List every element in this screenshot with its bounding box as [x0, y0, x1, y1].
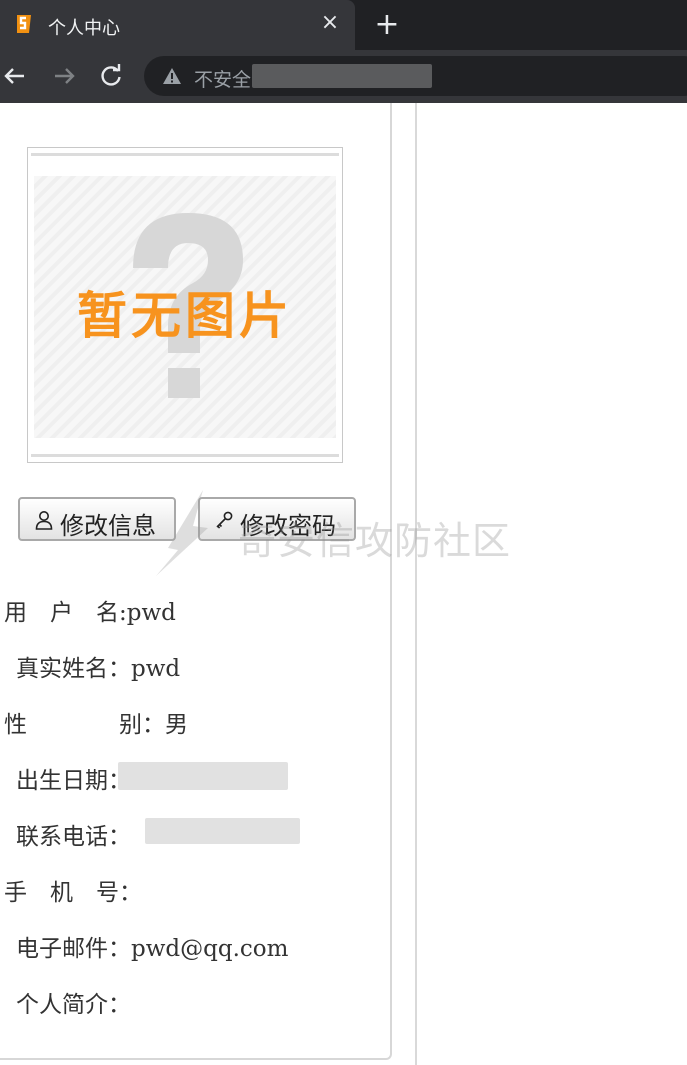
redacted-phone	[145, 818, 300, 844]
field-value: 男	[165, 712, 188, 738]
field-gender: 性 别：男	[4, 705, 188, 739]
watermark-logo	[156, 490, 208, 576]
field-label: 性 别：	[4, 712, 165, 738]
field-label: 用 户 名:	[4, 600, 127, 626]
field-email: 电子邮件：pwd@qq.com	[16, 929, 288, 963]
page-content: 暂无图片 修改信息 修改密码 奇安信攻防社区 用 户 名:pwd 真实姓名：pw…	[0, 103, 687, 1065]
field-birthdate: 出生日期：	[16, 761, 131, 795]
field-label: 联系电话：	[16, 824, 131, 850]
field-value: pwd	[131, 656, 181, 682]
browser-tab[interactable]: 个人中心 ×	[0, 0, 355, 50]
forward-arrow-icon[interactable]	[49, 61, 79, 91]
field-username: 用 户 名:pwd	[4, 593, 176, 627]
reload-icon[interactable]	[96, 61, 126, 91]
field-label: 个人简介：	[16, 992, 131, 1018]
field-value: pwd@qq.com	[131, 936, 289, 962]
edit-info-label: 修改信息	[60, 512, 156, 540]
field-mobile: 手 机 号：	[4, 873, 142, 907]
field-label: 真实姓名：	[16, 656, 131, 682]
tab-favicon	[17, 15, 31, 33]
plus-icon[interactable]: +	[372, 10, 402, 41]
no-image-graphic: 暂无图片	[28, 148, 342, 462]
back-arrow-icon[interactable]	[0, 61, 30, 91]
redacted-url	[252, 64, 432, 88]
divider	[415, 103, 417, 1065]
avatar-placeholder: 暂无图片	[27, 147, 343, 463]
field-bio: 个人简介：	[16, 985, 131, 1019]
field-phone: 联系电话：	[16, 817, 131, 851]
watermark: 奇安信攻防社区	[148, 488, 548, 578]
security-indicator: 不安全	[194, 69, 252, 91]
warning-icon	[163, 68, 181, 84]
field-label: 手 机 号：	[4, 880, 142, 906]
watermark-text: 奇安信攻防社区	[238, 519, 512, 563]
redacted-birthdate	[118, 762, 288, 790]
tab-title: 个人中心	[48, 18, 120, 39]
close-icon[interactable]: ×	[318, 11, 342, 35]
avatar-placeholder-text: 暂无图片	[77, 287, 293, 345]
address-bar[interactable]: 不安全	[144, 56, 687, 96]
field-label: 出生日期：	[16, 768, 131, 794]
browser-toolbar: 不安全	[0, 50, 687, 103]
field-label: 电子邮件：	[16, 936, 131, 962]
field-real-name: 真实姓名：pwd	[16, 649, 180, 683]
tab-strip: 个人中心 × +	[0, 0, 687, 50]
field-value: pwd	[126, 600, 176, 626]
user-icon	[35, 511, 53, 530]
